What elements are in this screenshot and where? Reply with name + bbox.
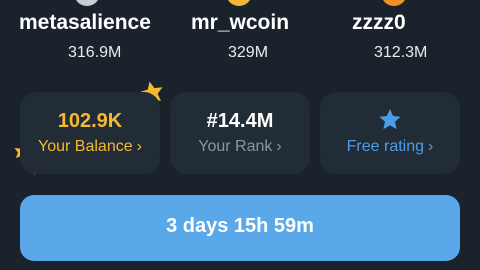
rank-card[interactable]: #14.4M Your Rank ›: [170, 92, 310, 174]
leader-score: 312.3M: [374, 44, 428, 61]
timer-button[interactable]: 3 days 15h 59m: [20, 195, 460, 261]
leader-score: 316.9M: [68, 44, 122, 61]
avatar: [74, 0, 100, 6]
balance-label-row[interactable]: Your Balance ›: [20, 138, 160, 156]
star-icon: [379, 109, 401, 130]
avatar: [226, 0, 252, 6]
leader-name: metasalience: [19, 11, 151, 34]
chevron-right-icon: ›: [276, 138, 282, 155]
chevron-right-icon: ›: [136, 138, 142, 155]
avatar: [381, 0, 407, 6]
rating-label: Free rating: [346, 138, 425, 155]
rank-label: Your Rank: [198, 138, 273, 155]
balance-card[interactable]: 102.9K Your Balance ›: [20, 92, 160, 174]
timer-text: 3 days 15h 59m: [166, 215, 314, 237]
balance-label: Your Balance: [38, 138, 133, 155]
rank-value: #14.4M: [206, 110, 274, 132]
rating-card[interactable]: Free rating ›: [320, 92, 460, 174]
leader-name: zzzz0: [352, 11, 406, 34]
rating-label-row[interactable]: Free rating ›: [320, 138, 460, 156]
leader-score: 329M: [228, 44, 269, 61]
chevron-right-icon: ›: [428, 138, 434, 155]
rank-label-row[interactable]: Your Rank ›: [170, 138, 310, 156]
balance-value: 102.9K: [57, 110, 123, 132]
leader-name: mr_wcoin: [191, 11, 290, 34]
